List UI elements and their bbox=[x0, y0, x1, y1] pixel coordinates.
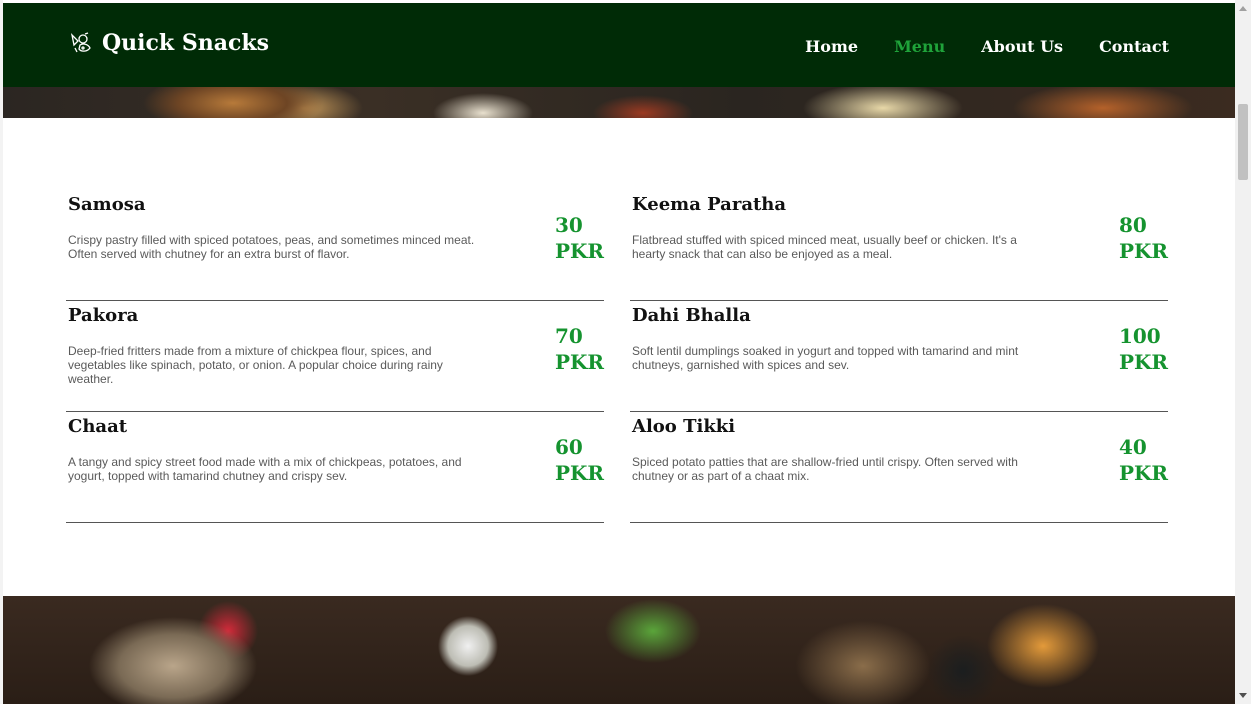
nav-link-about-us[interactable]: About Us bbox=[981, 37, 1063, 56]
scroll-up-icon[interactable] bbox=[1239, 6, 1247, 11]
nav-link-contact[interactable]: Contact bbox=[1099, 37, 1169, 56]
menu-item-price: 70 PKR bbox=[555, 323, 604, 375]
brand-name: Quick Snacks bbox=[102, 30, 269, 56]
menu-item-dahi-bhalla: Dahi Bhalla Soft lentil dumplings soaked… bbox=[630, 301, 1168, 412]
menu-item-description: Flatbread stuffed with spiced minced mea… bbox=[632, 233, 1017, 261]
menu-item-price: 60 PKR bbox=[555, 434, 604, 486]
menu-item-description: Soft lentil dumplings soaked in yogurt a… bbox=[632, 344, 1019, 372]
nav-links: Home Menu About Us Contact bbox=[805, 37, 1169, 56]
menu-item-price: 40 PKR bbox=[1119, 434, 1168, 486]
menu-item-description: Spiced potato patties that are shallow-f… bbox=[632, 455, 1018, 483]
price-currency: PKR bbox=[554, 461, 604, 485]
menu-item-title: Keema Paratha bbox=[632, 194, 787, 215]
price-amount: 60 bbox=[554, 435, 583, 459]
price-currency: PKR bbox=[554, 239, 604, 263]
menu-item-keema-paratha: Keema Paratha Flatbread stuffed with spi… bbox=[630, 190, 1168, 301]
price-amount: 70 bbox=[554, 324, 583, 348]
scrollbar[interactable] bbox=[1235, 0, 1251, 704]
price-amount: 80 bbox=[1118, 213, 1147, 237]
menu-item-description: A tangy and spicy street food made with … bbox=[68, 455, 462, 483]
menu-item-price: 30 PKR bbox=[555, 212, 604, 264]
menu-item-aloo-tikki: Aloo Tikki Spiced potato patties that ar… bbox=[630, 412, 1168, 523]
scroll-down-icon[interactable] bbox=[1239, 693, 1247, 698]
menu-item-title: Dahi Bhalla bbox=[632, 305, 751, 326]
menu-item-title: Pakora bbox=[68, 305, 139, 326]
nav-link-home[interactable]: Home bbox=[805, 37, 858, 56]
menu-item-samosa: Samosa Crispy pastry filled with spiced … bbox=[66, 190, 604, 301]
price-currency: PKR bbox=[1118, 350, 1168, 374]
scroll-thumb[interactable] bbox=[1238, 104, 1248, 180]
navbar: Quick Snacks Home Menu About Us Contact bbox=[3, 3, 1235, 87]
menu-item-title: Chaat bbox=[68, 416, 128, 437]
menu-item-title: Aloo Tikki bbox=[632, 416, 736, 437]
price-amount: 40 bbox=[1118, 435, 1147, 459]
price-amount: 100 bbox=[1118, 324, 1161, 348]
menu-grid: Samosa Crispy pastry filled with spiced … bbox=[66, 190, 1170, 523]
snack-logo-icon bbox=[69, 31, 93, 55]
menu-item-description: Crispy pastry filled with spiced potatoe… bbox=[68, 233, 475, 261]
menu-item-price: 100 PKR bbox=[1119, 323, 1168, 375]
menu-item-description: Deep-fried fritters made from a mixture … bbox=[68, 344, 443, 386]
price-amount: 30 bbox=[554, 213, 583, 237]
price-currency: PKR bbox=[554, 350, 604, 374]
price-currency: PKR bbox=[1118, 461, 1168, 485]
price-currency: PKR bbox=[1118, 239, 1168, 263]
menu-item-pakora: Pakora Deep-fried fritters made from a m… bbox=[66, 301, 604, 412]
page: Quick Snacks Home Menu About Us Contact … bbox=[0, 0, 1251, 704]
footer-hero-image bbox=[3, 596, 1235, 704]
nav-link-menu[interactable]: Menu bbox=[894, 37, 945, 56]
menu-item-title: Samosa bbox=[68, 194, 146, 215]
menu-section: Samosa Crispy pastry filled with spiced … bbox=[66, 190, 1170, 523]
brand[interactable]: Quick Snacks bbox=[69, 30, 269, 56]
menu-item-price: 80 PKR bbox=[1119, 212, 1168, 264]
menu-item-chaat: Chaat A tangy and spicy street food made… bbox=[66, 412, 604, 523]
